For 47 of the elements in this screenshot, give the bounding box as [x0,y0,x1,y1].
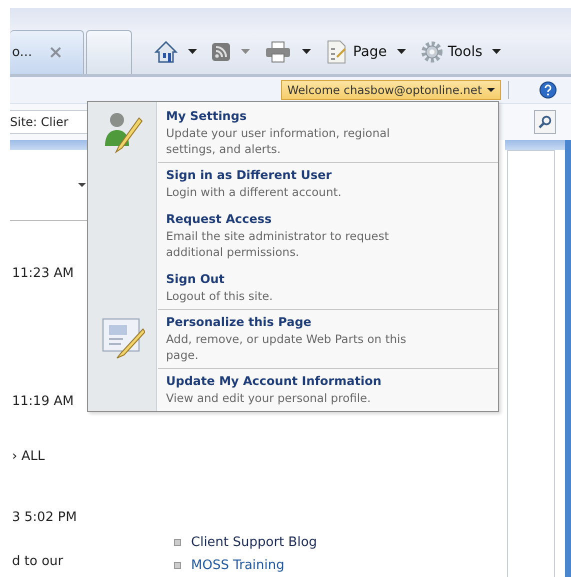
list-text: 3 5:02 PM [12,510,77,525]
menu-item[interactable]: Request Access Email the site administrator to request additional permissions. [88,205,498,265]
caret-icon[interactable] [302,49,311,55]
menu-item-description: Login with a different account. [166,184,342,200]
page-edit-icon [101,317,145,359]
menu-item-description: Logout of this site. [166,288,274,304]
header-band [505,140,565,150]
printer-icon [264,40,292,64]
caret-icon[interactable] [78,182,86,188]
toolbar-button[interactable]: Page [325,39,387,65]
caret-icon[interactable] [492,49,502,55]
list-text: 11:23 AM [12,266,74,281]
menu-item[interactable]: Update My Account Information View and edit your personal profile. [88,368,498,411]
toolbar-button[interactable] [154,40,178,64]
caret-icon[interactable] [487,88,495,92]
menu-item-title: Sign Out [166,271,226,288]
caret-icon[interactable] [188,49,197,55]
menu-item-description: View and edit your personal profile. [166,390,372,406]
menu-item[interactable]: Personalize this Page Add, remove, or update Web Parts on this page. [88,309,498,368]
menu-item-title: Sign in as Different User [166,167,333,184]
home-icon [154,40,178,64]
list-text: d to our [12,554,64,569]
menu-item[interactable]: Sign in as Different User Login with a different account. [88,162,498,205]
menu-item-title: Update My Account Information [166,373,382,390]
menu-item-title: My Settings [166,108,248,125]
list-text: 11:19 AM [12,394,74,409]
toolbar-button[interactable] [211,42,231,62]
welcome-menu-button[interactable]: Welcome chasbow@optonline.net [281,80,501,100]
caret-icon[interactable] [396,49,406,55]
menu-item-description: Email the site administrator to request additional permissions. [166,228,390,260]
menu-item-title: Request Access [166,211,273,228]
menu-item-description: Add, remove, or update Web Parts on this page. [166,331,408,363]
search-button[interactable] [534,110,556,134]
toolbar-button[interactable] [264,40,292,64]
gear-icon [420,40,444,64]
feed-icon [211,42,231,62]
quick-link[interactable]: Client Support Blog [174,535,505,550]
toolbar-button[interactable]: Tools [420,40,482,64]
user-edit-icon [103,110,143,154]
browser-tab[interactable]: o... × [10,30,84,74]
help-icon[interactable] [539,81,557,99]
menu-item-description: Update your user information, regional settings, and alerts. [166,125,391,157]
list-text: › ALL [12,449,45,464]
quick-link[interactable]: MOSS Training [174,558,505,573]
menu-item[interactable]: Sign Out Logout of this site. [88,265,498,309]
search-icon [538,115,552,129]
menu-item-title: Personalize this Page [166,314,312,331]
